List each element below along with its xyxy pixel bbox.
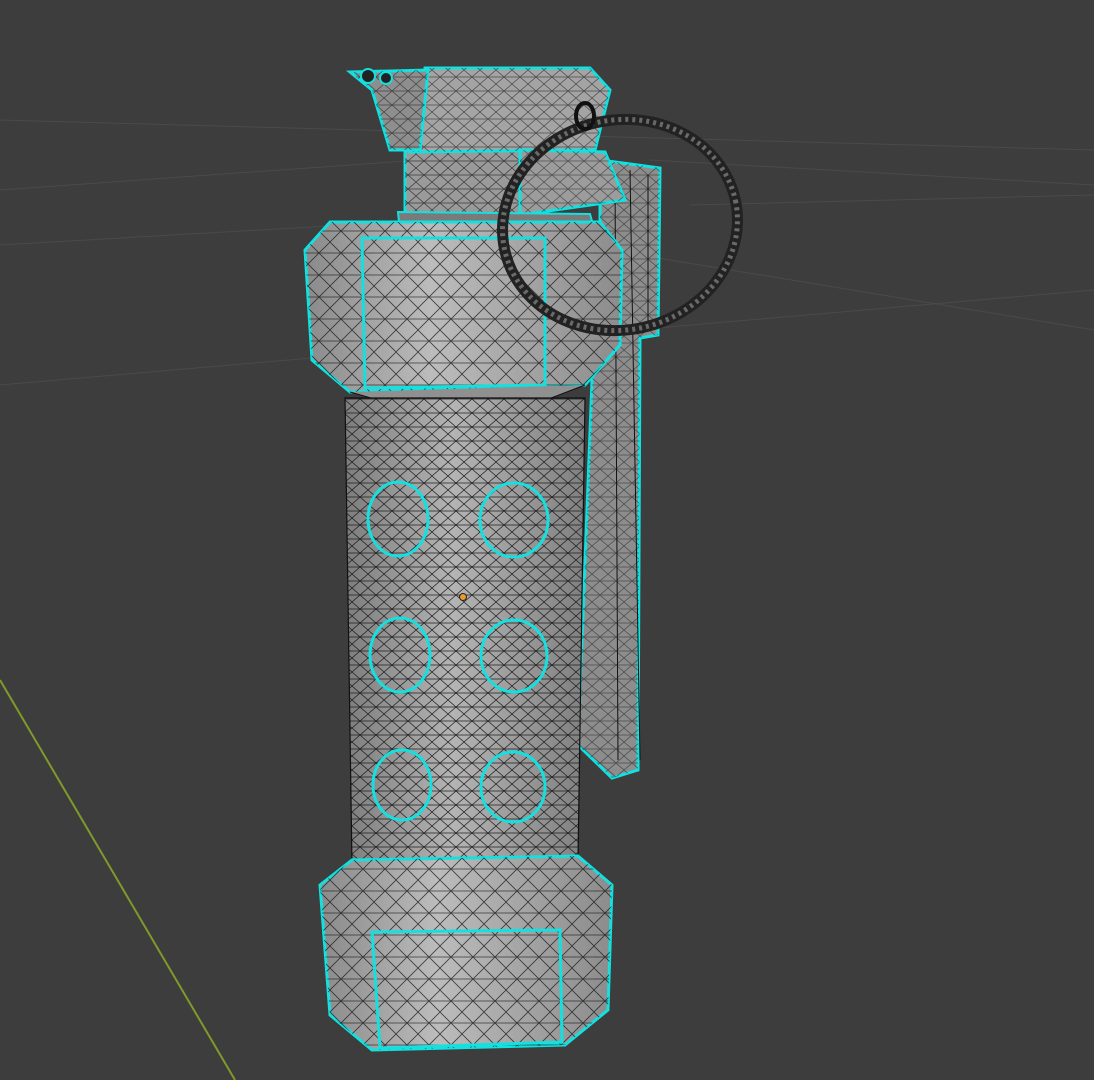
top-cap[interactable] xyxy=(303,220,624,413)
object-origin xyxy=(459,593,467,601)
viewport-canvas[interactable] xyxy=(0,0,1094,1080)
bottom-cap[interactable] xyxy=(318,854,614,1052)
grenade-mesh[interactable] xyxy=(303,66,757,1052)
3d-viewport[interactable] xyxy=(0,0,1094,1080)
fuse-head[interactable] xyxy=(345,66,628,222)
grenade-body[interactable] xyxy=(344,397,586,866)
y-axis-line xyxy=(0,679,236,1080)
